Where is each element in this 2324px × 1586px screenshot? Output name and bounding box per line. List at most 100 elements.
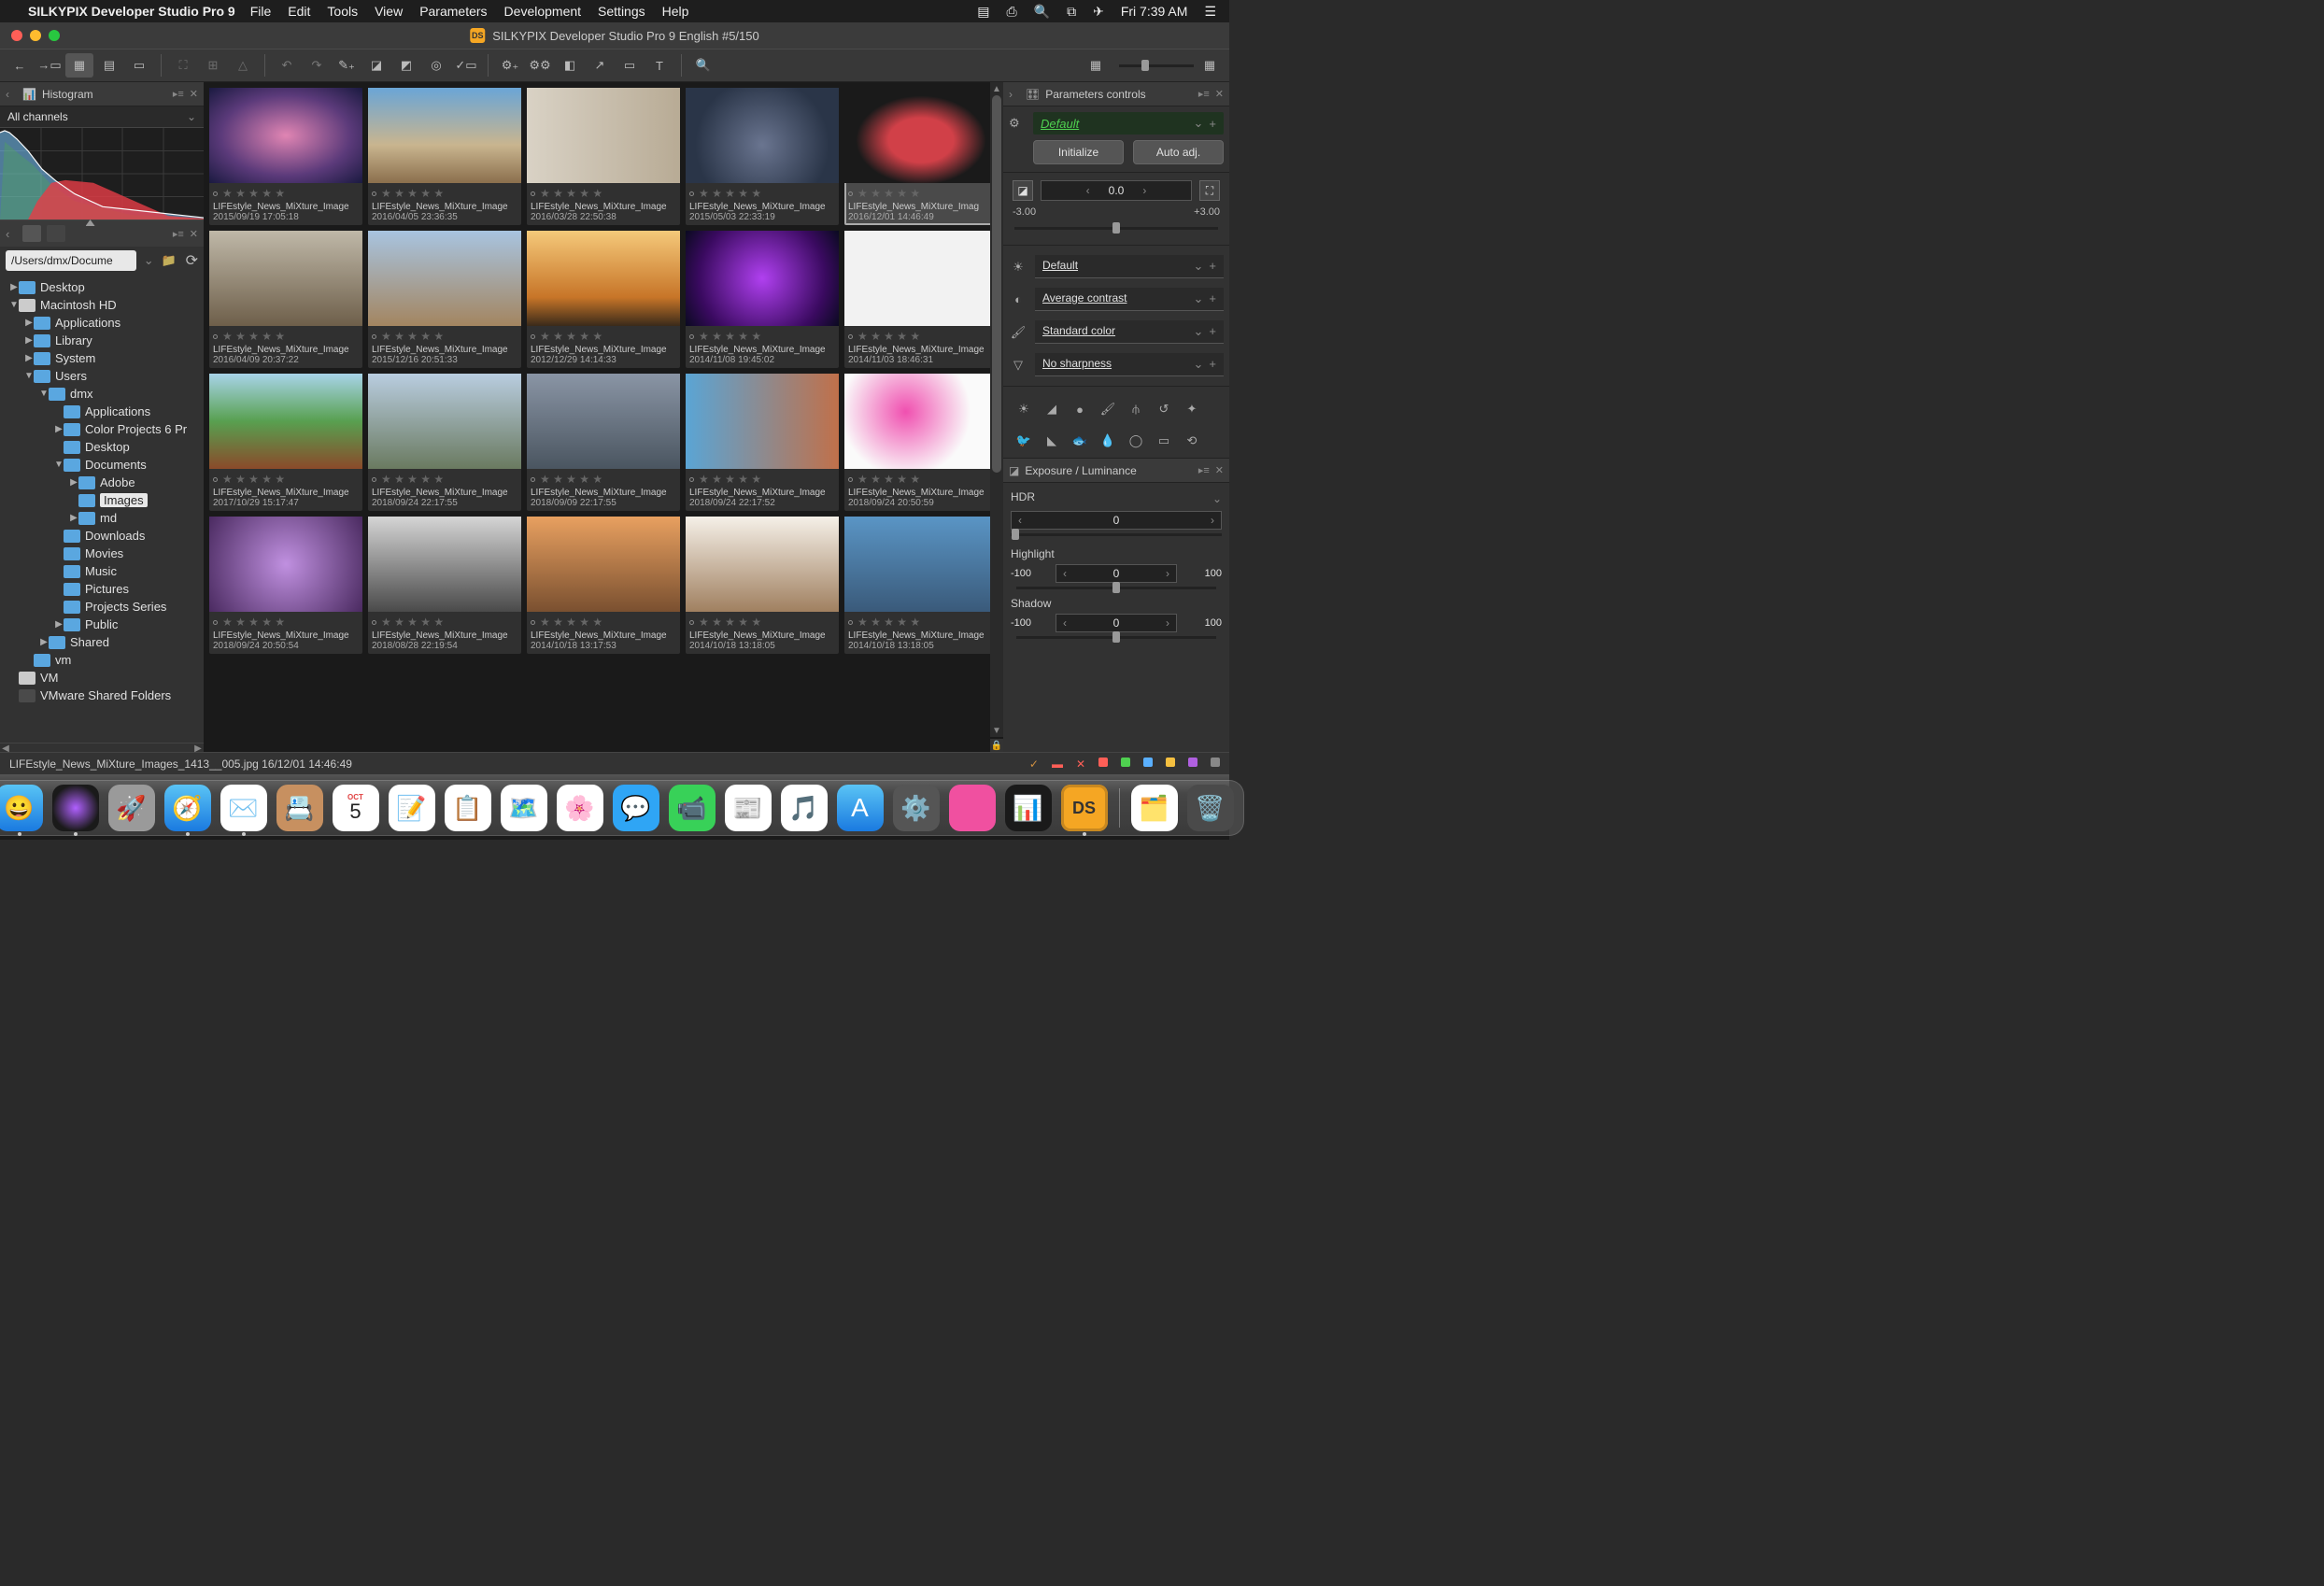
rating-stars[interactable]: ★ ★ ★ ★ ★ bbox=[531, 616, 676, 629]
panel-close-icon[interactable]: ✕ bbox=[1215, 88, 1224, 100]
thumbnail[interactable]: ★ ★ ★ ★ ★LIFEstyle_News_MiXture_Image201… bbox=[527, 517, 680, 654]
dock-appstore[interactable]: A bbox=[837, 785, 884, 831]
sharpness-select[interactable]: No sharpness⌄+ bbox=[1035, 353, 1224, 376]
dock-calendar[interactable]: OCT5 bbox=[333, 785, 379, 831]
tree-item[interactable]: ▼Users bbox=[0, 367, 204, 385]
tree-item[interactable]: VMware Shared Folders bbox=[0, 687, 204, 704]
display-icon[interactable]: ▤ bbox=[977, 4, 989, 20]
cancel-mark-icon[interactable]: ✕ bbox=[1076, 758, 1085, 771]
panel-collapse-icon[interactable]: ▸≡ bbox=[1198, 88, 1210, 100]
warning-indicator-button[interactable]: △ bbox=[229, 53, 257, 78]
dock-settings[interactable]: ⚙️ bbox=[893, 785, 940, 831]
highlight-spinner[interactable]: ‹0› bbox=[1056, 564, 1177, 583]
hscroll-right-icon[interactable]: ▶ bbox=[192, 743, 204, 753]
thumbnail[interactable]: ★ ★ ★ ★ ★LIFEstyle_News_MiXture_Image201… bbox=[368, 374, 521, 511]
minimize-window-button[interactable] bbox=[30, 30, 41, 41]
delete-mark-icon[interactable]: ▬ bbox=[1052, 758, 1063, 771]
shadow-slider[interactable] bbox=[1016, 636, 1216, 639]
tree-item[interactable]: ▼Documents bbox=[0, 456, 204, 474]
thumbnail[interactable]: ★ ★ ★ ★ ★LIFEstyle_News_MiXture_Image201… bbox=[844, 231, 998, 368]
scroll-down-icon[interactable]: ▼ bbox=[990, 724, 1003, 737]
menu-tools[interactable]: Tools bbox=[327, 4, 358, 19]
combo-view-button[interactable]: ▤ bbox=[95, 53, 123, 78]
exposure-target-icon[interactable]: ⛶ bbox=[1199, 180, 1220, 201]
panel-collapse-icon[interactable]: ▸≡ bbox=[173, 88, 184, 100]
tree-item[interactable]: Downloads bbox=[0, 527, 204, 545]
tree-item[interactable]: ▶Public bbox=[0, 616, 204, 633]
thumbnail-grid[interactable]: ★ ★ ★ ★ ★LIFEstyle_News_MiXture_Image201… bbox=[204, 82, 1003, 659]
clone-tool-icon[interactable]: ◯ bbox=[1127, 432, 1145, 450]
vertical-scrollbar[interactable]: ▲ ▼ bbox=[990, 82, 1003, 737]
preview-view-button[interactable]: ▭ bbox=[125, 53, 153, 78]
tree-item[interactable]: Desktop bbox=[0, 438, 204, 456]
rating-stars[interactable]: ★ ★ ★ ★ ★ bbox=[689, 187, 835, 200]
crop-tool-button[interactable]: ◪ bbox=[362, 53, 390, 78]
eraser-button[interactable]: ◧ bbox=[556, 53, 584, 78]
color-label[interactable] bbox=[1121, 758, 1130, 767]
brush-tool-icon[interactable]: 🖌 bbox=[1098, 400, 1117, 418]
dock-trash[interactable]: 🗑️ bbox=[1187, 785, 1234, 831]
path-input[interactable]: /Users/dmx/Docume bbox=[6, 250, 136, 271]
dock-siri[interactable] bbox=[52, 785, 99, 831]
rating-stars[interactable]: ★ ★ ★ ★ ★ bbox=[213, 187, 359, 200]
rating-stars[interactable]: ★ ★ ★ ★ ★ bbox=[213, 616, 359, 629]
hdr-spinner[interactable]: ‹ 0 › bbox=[1011, 511, 1222, 530]
shadow-spinner[interactable]: ‹0› bbox=[1056, 614, 1177, 632]
thumbnail[interactable]: ★ ★ ★ ★ ★LIFEstyle_News_MiXture_Image201… bbox=[527, 374, 680, 511]
noise-tool-icon[interactable]: ● bbox=[1070, 400, 1089, 418]
dock-silkypix[interactable]: DS bbox=[1061, 785, 1108, 831]
panel-close-icon[interactable]: ✕ bbox=[190, 228, 198, 240]
menu-parameters[interactable]: Parameters bbox=[419, 4, 487, 19]
histogram-channel-select[interactable]: All channels ⌄ bbox=[0, 106, 204, 127]
tree-item[interactable]: ▶Desktop bbox=[0, 278, 204, 296]
close-window-button[interactable] bbox=[11, 30, 22, 41]
multi-preview-button[interactable]: ⛶ bbox=[169, 53, 197, 78]
thumbnail[interactable]: ★ ★ ★ ★ ★LIFEstyle_News_MiXture_Image201… bbox=[527, 231, 680, 368]
thumbnail[interactable]: ★ ★ ★ ★ ★LIFEstyle_News_MiXture_Image201… bbox=[686, 374, 839, 511]
rating-stars[interactable]: ★ ★ ★ ★ ★ bbox=[213, 330, 359, 343]
tree-item[interactable]: ▼dmx bbox=[0, 385, 204, 403]
rating-stars[interactable]: ★ ★ ★ ★ ★ bbox=[689, 473, 835, 486]
thumbnail[interactable]: ★ ★ ★ ★ ★LIFEstyle_News_MiXture_Image201… bbox=[686, 231, 839, 368]
print-button[interactable]: ▭ bbox=[616, 53, 644, 78]
panel-close-icon[interactable]: ✕ bbox=[1215, 464, 1224, 476]
thumbnail[interactable]: ★ ★ ★ ★ ★LIFEstyle_News_MiXture_Image201… bbox=[209, 231, 362, 368]
tree-item[interactable]: Music bbox=[0, 562, 204, 580]
increase-icon[interactable]: › bbox=[1142, 184, 1146, 197]
perspective-tool-icon[interactable]: ◣ bbox=[1042, 432, 1061, 450]
dock-cleanmymac[interactable] bbox=[949, 785, 996, 831]
rating-stars[interactable]: ★ ★ ★ ★ ★ bbox=[213, 473, 359, 486]
dock-activity[interactable]: 📊 bbox=[1005, 785, 1052, 831]
color-label[interactable] bbox=[1143, 758, 1153, 767]
hscroll-left-icon[interactable]: ◀ bbox=[0, 743, 11, 753]
tree-item[interactable]: Applications bbox=[0, 403, 204, 420]
fisheye-tool-icon[interactable]: 🐟 bbox=[1070, 432, 1089, 450]
dock-facetime[interactable]: 📹 bbox=[669, 785, 716, 831]
rating-stars[interactable]: ★ ★ ★ ★ ★ bbox=[848, 330, 994, 343]
curve-tool-icon[interactable]: ◢ bbox=[1042, 400, 1061, 418]
chevron-left-icon[interactable]: ‹ bbox=[6, 88, 17, 101]
loupe-button[interactable]: 🔍 bbox=[689, 53, 717, 78]
increase-icon[interactable]: › bbox=[1204, 514, 1221, 527]
dock-launchpad[interactable]: 🚀 bbox=[108, 785, 155, 831]
rating-stars[interactable]: ★ ★ ★ ★ ★ bbox=[848, 616, 994, 629]
rating-stars[interactable]: ★ ★ ★ ★ ★ bbox=[848, 473, 994, 486]
rating-stars[interactable]: ★ ★ ★ ★ ★ bbox=[531, 187, 676, 200]
check-icon[interactable]: ✓ bbox=[1029, 758, 1039, 771]
export-button[interactable]: ↗ bbox=[586, 53, 614, 78]
dock-itunes[interactable]: 🎵 bbox=[781, 785, 828, 831]
tree-item[interactable]: ▶Library bbox=[0, 332, 204, 349]
tree-item[interactable]: Images bbox=[0, 491, 204, 509]
rating-stars[interactable]: ★ ★ ★ ★ ★ bbox=[531, 330, 676, 343]
exposure-compensation-icon[interactable]: ◪ bbox=[1013, 180, 1033, 201]
tone-select[interactable]: Average contrast⌄+ bbox=[1035, 288, 1224, 311]
screen-mirror-icon[interactable]: ⧉ bbox=[1067, 4, 1076, 20]
printer-icon[interactable]: ⎙ bbox=[1006, 4, 1016, 20]
reload-icon[interactable]: ⟳ bbox=[186, 251, 198, 270]
thumbnail[interactable]: ★ ★ ★ ★ ★LIFEstyle_News_MiXture_Image201… bbox=[844, 374, 998, 511]
grid-button[interactable]: ⊞ bbox=[199, 53, 227, 78]
rating-stars[interactable]: ★ ★ ★ ★ ★ bbox=[848, 187, 994, 200]
scroll-up-icon[interactable]: ▲ bbox=[990, 82, 1003, 95]
initialize-button[interactable]: Initialize bbox=[1033, 140, 1124, 164]
batch-settings-button[interactable]: ⚙⚙ bbox=[526, 53, 554, 78]
